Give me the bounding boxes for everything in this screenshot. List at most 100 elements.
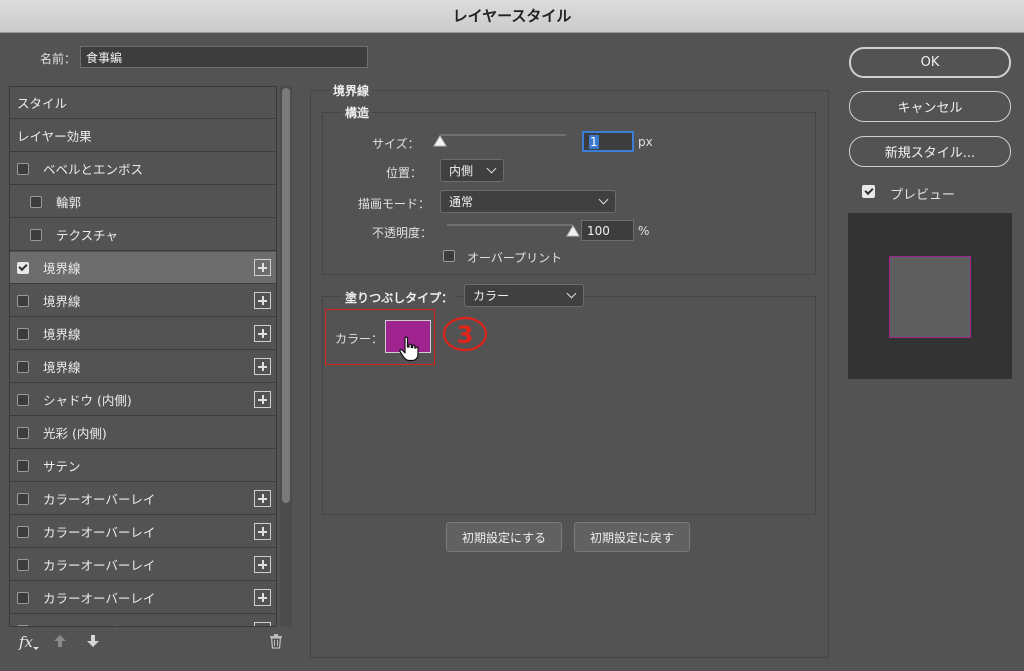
style-list-item[interactable]: カラーオーバーレイ	[10, 483, 276, 515]
chevron-down-icon	[486, 163, 497, 174]
name-label: 名前：	[40, 52, 77, 66]
fx-dropdown-icon	[33, 647, 39, 650]
blend-mode-label: 描画モード：	[358, 197, 431, 211]
position-value: 内側	[449, 164, 474, 178]
style-list-item[interactable]: 光彩 (内側)	[10, 417, 276, 449]
add-effect-icon[interactable]	[254, 391, 271, 408]
style-checkbox[interactable]	[17, 459, 29, 472]
style-list-item[interactable]: サテン	[10, 450, 276, 482]
style-list-item-label: カラーオーバーレイ	[43, 492, 156, 507]
style-checkbox[interactable]	[17, 558, 29, 571]
fill-type-value: カラー	[473, 289, 510, 303]
style-list-item-label: ベベルとエンボス	[43, 162, 144, 177]
overprint-checkbox[interactable]	[443, 250, 455, 262]
style-list-item-label: スタイル	[17, 96, 68, 111]
annotation-step-marker: 3	[442, 316, 488, 352]
preview-checkbox[interactable]	[862, 185, 875, 198]
add-effect-icon[interactable]	[254, 490, 271, 507]
style-list-item[interactable]: レイヤー効果	[10, 120, 276, 152]
add-effect-icon[interactable]	[254, 358, 271, 375]
opacity-unit: %	[638, 224, 650, 238]
add-effect-icon[interactable]	[254, 556, 271, 573]
style-checkbox[interactable]	[17, 492, 29, 505]
style-list-item[interactable]: カラーオーバーレイ	[10, 615, 276, 626]
style-list-item[interactable]: 輪郭	[10, 186, 276, 218]
style-list-item-label: 境界線	[43, 360, 81, 375]
stroke-section-title: 境界線	[330, 82, 373, 99]
color-label: カラー：	[335, 332, 384, 346]
fill-type-dropdown[interactable]: カラー	[464, 284, 584, 307]
preview-swatch	[889, 256, 971, 338]
move-down-icon[interactable]	[86, 634, 100, 648]
position-dropdown[interactable]: 内側	[440, 159, 504, 182]
reset-to-default-button[interactable]: 初期設定に戻す	[574, 522, 690, 552]
style-list-item[interactable]: 境界線	[10, 318, 276, 350]
window-title: レイヤースタイル	[0, 0, 1024, 33]
style-list-item-label: 境界線	[43, 261, 81, 276]
style-checkbox[interactable]	[17, 162, 29, 175]
new-style-button[interactable]: 新規スタイル...	[849, 136, 1011, 167]
style-list-item-label: カラーオーバーレイ	[43, 558, 156, 573]
style-checkbox[interactable]	[17, 261, 29, 274]
trash-icon[interactable]	[269, 633, 283, 649]
chevron-down-icon	[566, 288, 577, 299]
style-list-item-label: テクスチャ	[56, 228, 119, 243]
style-list-item-label: 境界線	[43, 327, 81, 342]
style-checkbox[interactable]	[30, 195, 42, 208]
style-list-item[interactable]: ベベルとエンボス	[10, 153, 276, 185]
add-effect-icon[interactable]	[254, 325, 271, 342]
make-default-button[interactable]: 初期設定にする	[446, 522, 562, 552]
annotation-number: 3	[457, 321, 474, 349]
cancel-button[interactable]: キャンセル	[849, 91, 1011, 122]
add-effect-icon[interactable]	[254, 259, 271, 276]
add-effect-icon[interactable]	[254, 589, 271, 606]
style-list-item-label: 光彩 (内側)	[43, 426, 107, 441]
style-list-item[interactable]: シャドウ (内側)	[10, 384, 276, 416]
style-list-item[interactable]: カラーオーバーレイ	[10, 516, 276, 548]
style-list-item[interactable]: 境界線	[10, 252, 276, 284]
fx-icon[interactable]: fx	[19, 633, 33, 651]
style-checkbox[interactable]	[17, 360, 29, 373]
position-label: 位置：	[386, 166, 423, 180]
style-list-scroll-thumb[interactable]	[282, 88, 290, 503]
opacity-slider-handle[interactable]	[566, 225, 580, 237]
add-effect-icon[interactable]	[254, 292, 271, 309]
opacity-slider-track[interactable]	[447, 224, 573, 226]
ok-button[interactable]: OK	[849, 47, 1011, 78]
blend-mode-dropdown[interactable]: 通常	[440, 190, 616, 213]
style-checkbox[interactable]	[17, 426, 29, 439]
style-list-item[interactable]: スタイル	[10, 87, 276, 119]
chevron-down-icon	[598, 194, 609, 205]
style-list-toolbar: fx	[9, 627, 292, 657]
size-label: サイズ：	[372, 137, 420, 151]
structure-title: 構造	[342, 104, 373, 121]
add-effect-icon[interactable]	[254, 523, 271, 540]
style-list-item-label: カラーオーバーレイ	[43, 591, 156, 606]
style-list: スタイル レイヤー効果 ベベルとエンボス 輪郭 テクスチャ 境界線 境界線 境界線 境界線 シャド…	[9, 86, 277, 627]
fill-type-label: 塗りつぶしタイプ：	[342, 289, 457, 306]
style-checkbox[interactable]	[17, 393, 29, 406]
style-list-item[interactable]: 境界線	[10, 351, 276, 383]
style-checkbox[interactable]	[17, 525, 29, 538]
style-list-item[interactable]: カラーオーバーレイ	[10, 549, 276, 581]
preview-area	[848, 213, 1012, 379]
size-slider-handle[interactable]	[433, 135, 447, 147]
style-checkbox[interactable]	[17, 327, 29, 340]
style-checkbox[interactable]	[17, 591, 29, 604]
style-list-item[interactable]: カラーオーバーレイ	[10, 582, 276, 614]
style-list-item-label: シャドウ (内側)	[43, 393, 132, 408]
style-list-item-label: 輪郭	[56, 195, 82, 210]
size-slider-track[interactable]	[440, 134, 566, 136]
style-list-item-label: カラーオーバーレイ	[43, 525, 156, 540]
style-list-item[interactable]: 境界線	[10, 285, 276, 317]
name-input[interactable]: 食事編	[80, 46, 368, 68]
blend-mode-value: 通常	[449, 195, 474, 209]
move-up-icon[interactable]	[53, 634, 67, 648]
hand-pointer-icon	[399, 336, 419, 362]
size-unit: px	[638, 135, 653, 149]
opacity-input[interactable]: 100	[581, 220, 634, 241]
size-input[interactable]: 1	[582, 131, 634, 152]
style-list-item[interactable]: テクスチャ	[10, 219, 276, 251]
style-checkbox[interactable]	[17, 294, 29, 307]
style-checkbox[interactable]	[30, 228, 42, 241]
